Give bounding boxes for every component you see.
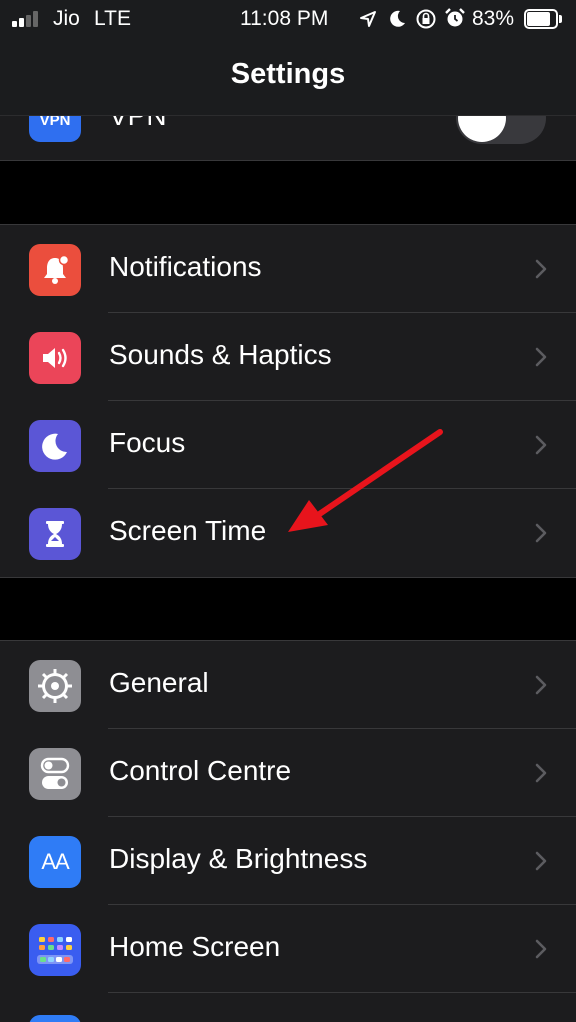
switches-icon: [29, 748, 81, 800]
speaker-icon: [29, 332, 81, 384]
chevron-right-icon: [535, 347, 547, 367]
settings-row-label: Control Centre: [109, 755, 292, 786]
settings-row-label: Focus: [109, 427, 186, 458]
chevron-right-icon: [535, 763, 547, 783]
gear-icon: [29, 660, 81, 712]
settings-row-label: Display & Brightness: [109, 843, 368, 874]
chevron-right-icon: [535, 939, 547, 959]
signal-strength-icon: [12, 11, 46, 27]
moon-icon: [29, 420, 81, 472]
battery-percentage: 83%: [472, 7, 515, 30]
settings-row-label: Sounds & Haptics: [109, 339, 332, 370]
accessibility-icon: [29, 1015, 81, 1022]
home-grid-icon: [29, 924, 81, 976]
chevron-right-icon: [535, 851, 547, 871]
settings-row-notifications[interactable]: Notifications: [0, 225, 576, 313]
navigation-bar: Settings: [0, 38, 576, 116]
settings-row-control-centre[interactable]: Control Centre: [0, 729, 576, 817]
settings-row-home-screen[interactable]: Home Screen: [0, 905, 576, 993]
chevron-right-icon: [535, 523, 547, 543]
chevron-right-icon: [535, 675, 547, 695]
settings-row-label: Screen Time: [109, 515, 267, 546]
chevron-right-icon: [535, 435, 547, 455]
chevron-right-icon: [535, 259, 547, 279]
hourglass-icon: [29, 508, 81, 560]
settings-group-general: General Control Centre AA Display & Brig…: [0, 640, 576, 1022]
settings-row-partial[interactable]: [0, 993, 576, 1022]
carrier-name: Jio: [53, 7, 80, 30]
text-size-icon: AA: [29, 836, 81, 888]
page-title: Settings: [230, 58, 346, 90]
bell-icon: [29, 244, 81, 296]
settings-row-screen-time[interactable]: Screen Time: [0, 489, 576, 577]
settings-row-focus[interactable]: Focus: [0, 401, 576, 489]
settings-row-display-brightness[interactable]: AA Display & Brightness: [0, 817, 576, 905]
clock: 11:08 PM: [240, 7, 329, 30]
settings-group-notifications: Notifications Sounds & Haptics Focus Scr…: [0, 224, 576, 578]
status-bar: Jio LTE 11:08 PM 83%: [0, 0, 576, 38]
settings-row-label: General: [109, 667, 209, 698]
moon-icon: [390, 10, 405, 27]
alarm-icon: [445, 8, 465, 27]
settings-row-label: Notifications: [109, 251, 262, 282]
battery-icon: [524, 9, 562, 29]
orientation-lock-icon: [416, 9, 436, 29]
settings-row-general[interactable]: General: [0, 641, 576, 729]
settings-row-sounds-haptics[interactable]: Sounds & Haptics: [0, 313, 576, 401]
network-type: LTE: [94, 7, 131, 30]
location-icon: [360, 11, 376, 27]
settings-row-label: Home Screen: [109, 931, 281, 962]
